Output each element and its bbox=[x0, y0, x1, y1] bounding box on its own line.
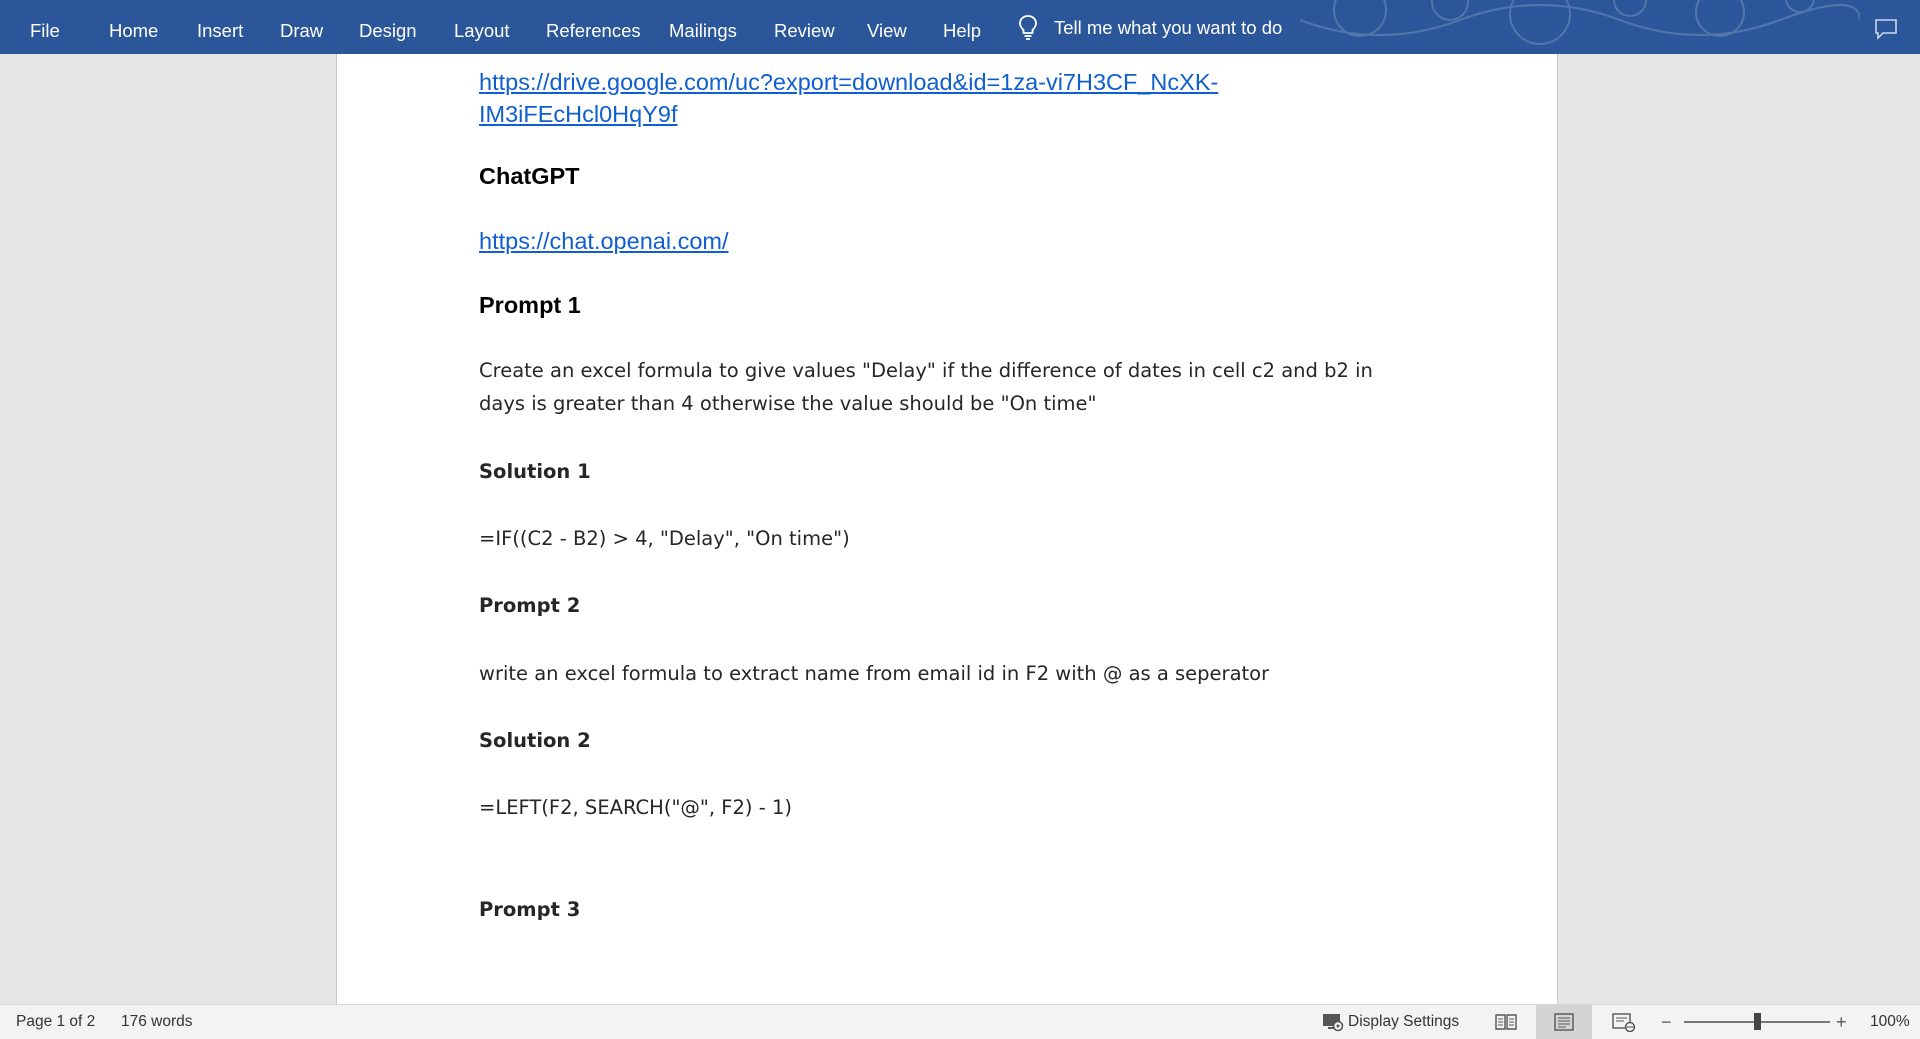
prompt-1-text-line2: days is greater than 4 otherwise the val… bbox=[479, 392, 1097, 415]
heading-prompt-1: Prompt 1 bbox=[479, 292, 581, 318]
zoom-slider-thumb[interactable] bbox=[1754, 1013, 1761, 1030]
tell-me-label: Tell me what you want to do bbox=[1054, 17, 1283, 38]
ribbon-decoration bbox=[1300, 0, 1860, 45]
print-layout-icon bbox=[1554, 1013, 1574, 1031]
lightbulb-icon bbox=[1019, 15, 1037, 40]
ribbon-tab-bar: File Home Insert Draw Design Layout Refe… bbox=[0, 0, 1920, 54]
drive-link-line2[interactable]: IM3iFEcHcl0HqY9f bbox=[479, 101, 678, 128]
tab-review[interactable]: Review bbox=[774, 0, 835, 54]
zoom-out-button[interactable]: − bbox=[1661, 1005, 1672, 1039]
status-bar: Page 1 of 2 176 words Display Settings −… bbox=[0, 1004, 1920, 1039]
read-mode-icon bbox=[1495, 1014, 1517, 1030]
chatgpt-link[interactable]: https://chat.openai.com/ bbox=[479, 228, 729, 255]
display-settings-button[interactable]: Display Settings bbox=[1322, 1005, 1459, 1039]
web-layout-button[interactable] bbox=[1596, 1005, 1652, 1039]
read-mode-button[interactable] bbox=[1478, 1005, 1534, 1039]
tab-draw[interactable]: Draw bbox=[280, 0, 323, 54]
solution-2-formula: =LEFT(F2, SEARCH("@", F2) - 1) bbox=[479, 796, 792, 819]
heading-solution-2: Solution 2 bbox=[479, 729, 591, 752]
comment-icon bbox=[1875, 19, 1897, 40]
tab-mailings[interactable]: Mailings bbox=[669, 0, 737, 54]
heading-prompt-3: Prompt 3 bbox=[479, 898, 581, 921]
print-layout-button[interactable] bbox=[1536, 1005, 1592, 1039]
zoom-level[interactable]: 100% bbox=[1870, 1005, 1910, 1039]
zoom-in-button[interactable]: + bbox=[1836, 1005, 1847, 1039]
prompt-1-text-line1: Create an excel formula to give values "… bbox=[479, 359, 1373, 382]
word-count[interactable]: 176 words bbox=[121, 1005, 193, 1039]
display-settings-icon bbox=[1323, 1014, 1344, 1032]
document-page[interactable]: https://drive.google.com/uc?export=downl… bbox=[336, 54, 1558, 1004]
comments-button[interactable] bbox=[1874, 18, 1898, 45]
tab-insert[interactable]: Insert bbox=[197, 0, 243, 54]
tab-references[interactable]: References bbox=[546, 0, 641, 54]
prompt-2-text: write an excel formula to extract name f… bbox=[479, 662, 1270, 685]
document-canvas: https://drive.google.com/uc?export=downl… bbox=[0, 54, 1920, 1004]
page-count[interactable]: Page 1 of 2 bbox=[16, 1005, 95, 1039]
heading-solution-1: Solution 1 bbox=[479, 460, 591, 483]
heading-prompt-2: Prompt 2 bbox=[479, 594, 581, 617]
tab-home[interactable]: Home bbox=[109, 0, 158, 54]
tab-layout[interactable]: Layout bbox=[454, 0, 510, 54]
tab-help[interactable]: Help bbox=[943, 0, 981, 54]
solution-1-formula: =IF((C2 - B2) > 4, "Delay", "On time") bbox=[479, 527, 850, 550]
drive-link-line1[interactable]: https://drive.google.com/uc?export=downl… bbox=[479, 69, 1218, 96]
web-layout-icon bbox=[1612, 1013, 1636, 1032]
tab-design[interactable]: Design bbox=[359, 0, 417, 54]
tab-view[interactable]: View bbox=[867, 0, 907, 54]
display-settings-label: Display Settings bbox=[1348, 1013, 1460, 1030]
tell-me-search[interactable]: Tell me what you want to do bbox=[1018, 0, 1282, 54]
heading-chatgpt: ChatGPT bbox=[479, 163, 580, 189]
tab-file[interactable]: File bbox=[30, 0, 60, 54]
